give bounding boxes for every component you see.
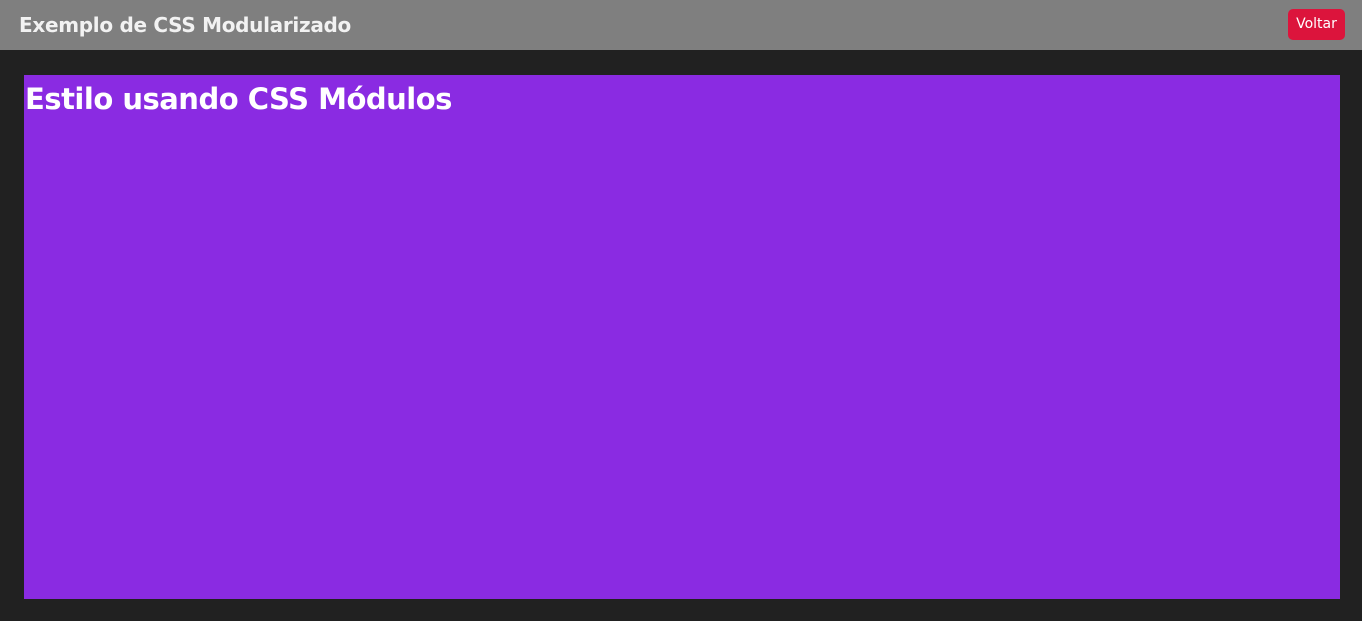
- back-button[interactable]: Voltar: [1288, 9, 1345, 40]
- panel-heading: Estilo usando CSS Módulos: [25, 82, 452, 116]
- app-header: Exemplo de CSS Modularizado Voltar: [0, 0, 1362, 50]
- styled-panel: Estilo usando CSS Módulos: [24, 75, 1340, 599]
- app-title: Exemplo de CSS Modularizado: [19, 13, 351, 37]
